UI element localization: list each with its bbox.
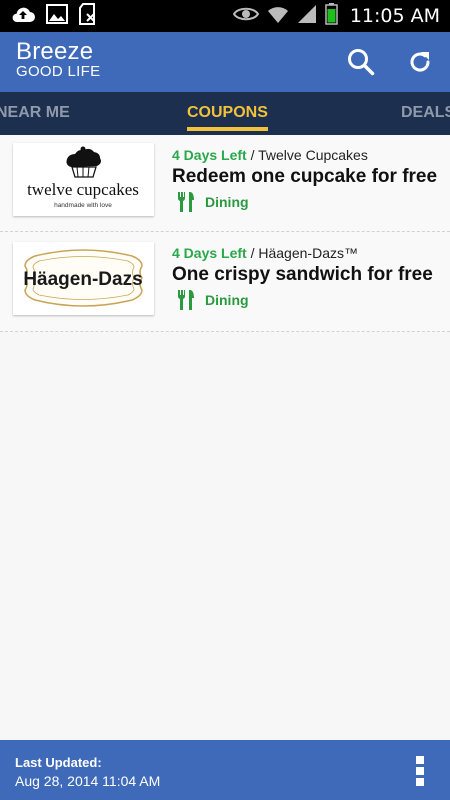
tab-coupons[interactable]: COUPONS — [187, 92, 268, 135]
coupon-meta: 4 Days Left / Häagen-Dazs™ — [172, 245, 358, 261]
sd-card-blocked-icon — [78, 2, 98, 30]
category-label: Dining — [205, 194, 249, 210]
status-bar: 11:05 AM — [0, 0, 450, 32]
coupon-title: One crispy sandwich for free — [172, 264, 433, 285]
fork-knife-icon — [177, 290, 194, 310]
cloud-upload-icon — [10, 5, 36, 28]
merchant-name: Häagen-Dazs™ — [258, 245, 358, 261]
refresh-icon — [410, 52, 430, 72]
menu-dot — [416, 756, 424, 764]
search-button[interactable] — [344, 45, 378, 79]
coupon-item[interactable]: twelve cupcakes handmade with love 4 Day… — [0, 135, 450, 232]
brand-logo: Breeze GOOD LIFE — [16, 40, 100, 80]
search-icon — [348, 49, 375, 76]
coupon-category: Dining — [176, 289, 249, 311]
refresh-button[interactable] — [403, 45, 437, 79]
logo-tagline: handmade with love — [54, 202, 112, 209]
fork-knife-icon — [177, 192, 194, 212]
bottom-bar: Last Updated: Aug 28, 2014 11:04 AM — [0, 740, 450, 800]
last-updated-label: Last Updated: — [15, 755, 102, 770]
logo-text: twelve cupcakes — [27, 180, 139, 199]
tab-near-me[interactable]: NEAR ME — [0, 92, 70, 135]
battery-icon — [325, 2, 338, 30]
merchant-logo-haagen-dazs: Häagen-Dazs — [13, 242, 154, 315]
meta-separator: / — [246, 147, 259, 163]
overflow-menu-button[interactable] — [408, 754, 432, 788]
last-updated-date: Aug 28, 2014 11:04 AM — [15, 773, 161, 789]
merchant-logo-twelve-cupcakes: twelve cupcakes handmade with love — [13, 143, 154, 216]
category-label: Dining — [205, 292, 249, 308]
meta-separator: / — [246, 245, 259, 261]
eye-icon — [232, 6, 259, 27]
app-bar: Breeze GOOD LIFE — [0, 32, 450, 92]
active-tab-indicator — [187, 127, 268, 131]
coupon-item[interactable]: Häagen-Dazs 4 Days Left / Häagen-Dazs™ O… — [0, 232, 450, 332]
tab-deals[interactable]: DEALS — [401, 92, 450, 135]
brand-name: Breeze — [16, 38, 94, 65]
tab-coupons-label: COUPONS — [187, 104, 268, 121]
signal-icon — [297, 4, 317, 29]
menu-dot — [416, 767, 424, 775]
coupon-title: Redeem one cupcake for free — [172, 166, 438, 187]
coupon-meta: 4 Days Left / Twelve Cupcakes — [172, 147, 368, 163]
wifi-icon — [267, 4, 289, 29]
tab-bar: NEAR ME COUPONS DEALS — [0, 92, 450, 135]
clock-time: 11:05 AM — [349, 5, 440, 27]
menu-dot — [416, 778, 424, 786]
image-icon — [46, 3, 68, 29]
logo-text: Häagen-Dazs — [23, 269, 142, 290]
days-left: 4 Days Left — [172, 147, 247, 163]
brand-subtitle: GOOD LIFE — [16, 63, 101, 80]
coupon-category: Dining — [176, 191, 249, 213]
coupon-list: twelve cupcakes handmade with love 4 Day… — [0, 135, 450, 332]
days-left: 4 Days Left — [172, 245, 247, 261]
merchant-name: Twelve Cupcakes — [258, 147, 368, 163]
